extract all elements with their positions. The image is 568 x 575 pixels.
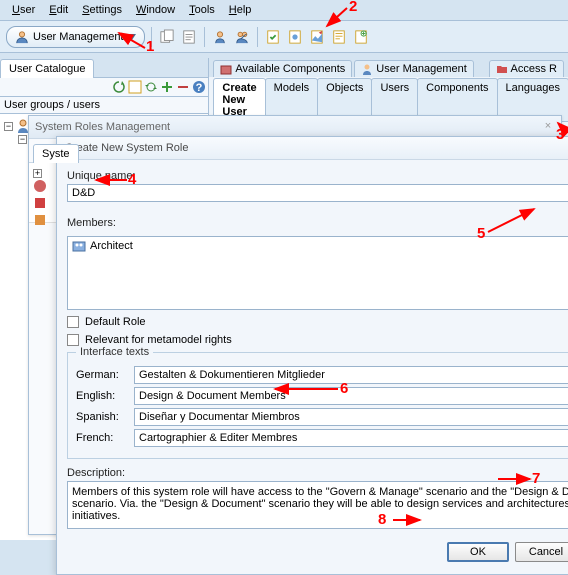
french-label: French:	[76, 432, 126, 444]
tab-available-components[interactable]: Available Components	[213, 60, 352, 77]
cube-icon	[220, 63, 232, 75]
german-input[interactable]	[134, 366, 568, 384]
collapse-icon[interactable]: −	[4, 122, 13, 131]
interface-texts-legend: Interface texts	[76, 346, 153, 358]
help-icon[interactable]: ?	[192, 80, 206, 94]
french-input[interactable]	[134, 429, 568, 447]
user-management-selector[interactable]: User Management	[6, 26, 145, 48]
menu-user[interactable]: User	[6, 2, 41, 18]
create-system-role-modal: Create New System Role × Unique name: Me…	[56, 136, 568, 575]
modal1-title: System Roles Management	[35, 121, 170, 133]
members-list[interactable]: Architect	[67, 236, 568, 310]
description-textarea[interactable]	[67, 481, 568, 529]
chevron-down-icon	[128, 34, 136, 40]
separator	[204, 27, 205, 47]
menu-edit[interactable]: Edit	[43, 2, 74, 18]
sync-icon[interactable]	[144, 80, 158, 94]
tab-user-catalogue[interactable]: User Catalogue	[0, 59, 94, 78]
left-tabstrip: User Catalogue	[0, 58, 208, 78]
dialog-buttons: OK Cancel Help	[57, 538, 568, 566]
checkbox-icon	[67, 334, 79, 346]
spanish-input[interactable]	[134, 408, 568, 426]
user-icon	[15, 30, 29, 44]
english-input[interactable]	[134, 387, 568, 405]
modal1-tab[interactable]: Syste	[33, 144, 79, 163]
role-red-icon	[33, 196, 47, 210]
minus-icon[interactable]	[176, 80, 190, 94]
person-icon	[361, 63, 373, 75]
refresh-icon[interactable]	[112, 80, 126, 94]
panel-heading: User groups / users	[0, 97, 208, 114]
checkbox-icon	[67, 316, 79, 328]
toolbar-doc1-icon[interactable]	[264, 28, 282, 46]
tab-access-rights[interactable]: Access R	[489, 60, 564, 77]
separator	[151, 27, 152, 47]
collapse-icon[interactable]: −	[18, 135, 27, 144]
interface-texts-group: Interface texts German: English: Spanish…	[67, 352, 568, 459]
filter-icon[interactable]	[128, 80, 142, 94]
spanish-label: Spanish:	[76, 411, 126, 423]
menu-tools[interactable]: Tools	[183, 2, 221, 18]
right-top-tabstrip: Available Components User Management Acc…	[209, 58, 568, 77]
separator	[257, 27, 258, 47]
svg-text:?: ?	[196, 82, 203, 94]
ok-button[interactable]: OK	[447, 542, 509, 562]
modal2-title: Create New System Role	[65, 142, 189, 154]
menu-settings[interactable]: Settings	[76, 2, 128, 18]
role-orange-icon	[33, 213, 47, 227]
member-item[interactable]: Architect	[90, 240, 133, 252]
unique-name-label: Unique name:	[67, 170, 568, 182]
relevant-metamodel-checkbox[interactable]: Relevant for metamodel rights	[67, 334, 568, 346]
plus-icon[interactable]	[160, 80, 174, 94]
tab-user-management[interactable]: User Management	[354, 60, 474, 77]
toolbar-icon-1[interactable]	[158, 28, 176, 46]
toolbar-doc2-icon[interactable]	[286, 28, 304, 46]
expand-icon[interactable]: +	[33, 169, 42, 178]
menu-window[interactable]: Window	[130, 2, 181, 18]
toolbar-icon-2[interactable]	[180, 28, 198, 46]
description-label: Description:	[67, 467, 568, 479]
toolbar-users-icon[interactable]	[233, 28, 251, 46]
toolbar-user-icon[interactable]	[211, 28, 229, 46]
unique-name-input[interactable]	[67, 184, 568, 202]
left-toolbar: ?	[0, 78, 208, 97]
toolbar-doc3-icon[interactable]	[308, 28, 326, 46]
menubar: User Edit Settings Window Tools Help	[0, 0, 568, 21]
group-icon	[72, 239, 86, 253]
english-label: English:	[76, 390, 126, 402]
german-label: German:	[76, 369, 126, 381]
main-toolbar: User Management	[0, 21, 568, 53]
members-label: Members:	[67, 217, 116, 229]
cancel-button[interactable]: Cancel	[515, 542, 568, 562]
close-icon[interactable]: ×	[541, 120, 555, 134]
menu-help[interactable]: Help	[223, 2, 258, 18]
default-role-checkbox[interactable]: Default Role	[67, 316, 568, 328]
toolbar-doc4-icon[interactable]	[330, 28, 348, 46]
toolbar-doc5-icon[interactable]	[352, 28, 370, 46]
role-icon	[33, 179, 47, 193]
user-management-label: User Management	[33, 31, 124, 43]
folder-icon	[496, 63, 508, 75]
